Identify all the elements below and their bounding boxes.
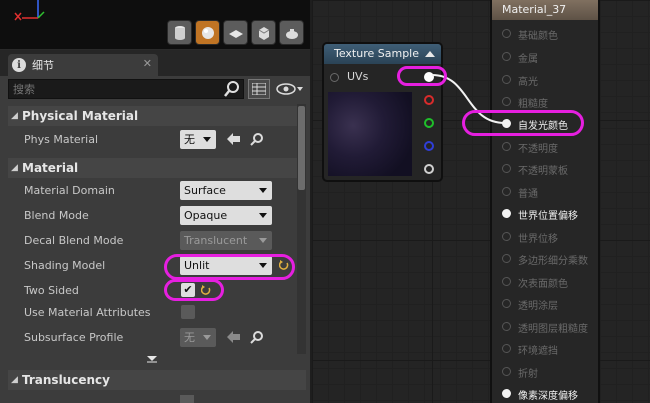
highlight-rgb-output bbox=[397, 66, 447, 86]
highlight-two-sided bbox=[164, 279, 224, 301]
node-wire bbox=[431, 74, 506, 124]
highlight-shading-model bbox=[164, 254, 295, 280]
highlight-emissive-input bbox=[462, 110, 584, 136]
